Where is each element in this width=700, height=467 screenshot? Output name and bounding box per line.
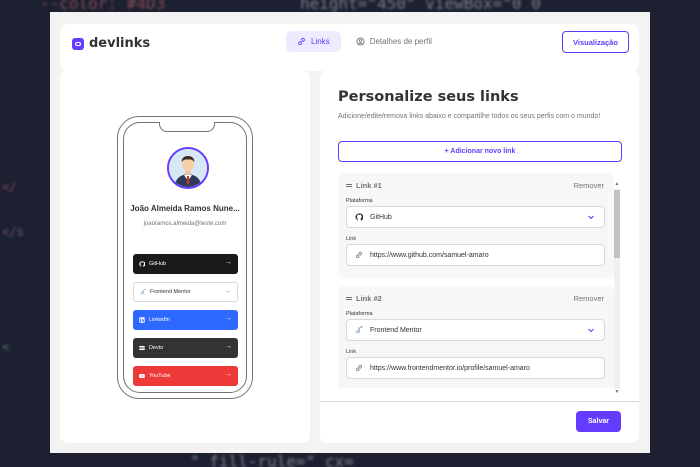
phone-notch	[159, 122, 215, 132]
user-circle-icon	[356, 37, 365, 46]
link-label: Link	[346, 349, 357, 355]
arrow-right-icon: →	[225, 343, 232, 350]
platform-label: Plataforma	[346, 198, 373, 204]
preview-button[interactable]: Visualização	[562, 31, 629, 53]
scroll-down-icon[interactable]: ▼	[613, 389, 621, 396]
save-button[interactable]: Salvar	[576, 411, 621, 432]
github-icon	[139, 261, 145, 267]
chevron-down-icon	[588, 328, 594, 333]
arrow-right-icon: →	[225, 315, 232, 322]
platform-select[interactable]: GitHub	[346, 206, 605, 228]
link-list[interactable]: Link #1 Remover Plataforma GitHub Link h…	[338, 173, 614, 388]
preview-link-label: Devto	[149, 345, 164, 351]
avatar	[167, 147, 209, 189]
link-heading: Link #1	[346, 181, 382, 190]
github-icon	[355, 213, 363, 221]
platform-select-value: GitHub	[370, 213, 392, 221]
page-subtitle: Adicione/edite/remova links abaixo e com…	[338, 113, 601, 120]
preview-link-label: GitHub	[149, 261, 167, 267]
linkedin-icon	[139, 317, 145, 323]
link-heading-text: Link #1	[356, 181, 382, 190]
tab-links[interactable]: Links	[286, 31, 341, 52]
frontend-mentor-icon	[355, 326, 363, 334]
backdrop-code: " fill-rule=" cx=	[190, 452, 354, 467]
preview-link-devto[interactable]: DEV Devto →	[133, 338, 238, 358]
links-editor-panel: Personalize seus links Adicione/edite/re…	[320, 70, 639, 443]
preview-link-list: GitHub → Frontend Mentor → LinkedIn → DE…	[133, 254, 238, 386]
phone-screen: João Almeida Ramos Nune... joaoramos.alm…	[123, 122, 247, 393]
preview-link-label: YouTube	[149, 373, 171, 379]
profile-name: João Almeida Ramos Nune...	[130, 204, 240, 213]
platform-select[interactable]: Frontend Mentor	[346, 319, 605, 341]
link-icon	[356, 364, 362, 372]
arrow-right-icon: →	[225, 259, 232, 266]
person-avatar-icon	[169, 149, 207, 187]
link-url-value: https://www.frontendmentor.io/profile/sa…	[370, 364, 530, 372]
backdrop-code: <	[2, 340, 10, 354]
scroll-up-icon[interactable]: ▲	[613, 181, 621, 188]
svg-text:DEV: DEV	[139, 347, 145, 350]
youtube-icon	[139, 374, 145, 378]
logo-text: devlinks	[89, 36, 151, 51]
chevron-down-icon	[588, 215, 594, 220]
devlinks-app: devlinks Links Detalhes de perfil Visual…	[50, 12, 650, 453]
main-nav: Links Detalhes de perfil	[286, 31, 443, 52]
phone-mockup: João Almeida Ramos Nune... joaoramos.alm…	[117, 116, 253, 399]
phone-preview-panel: João Almeida Ramos Nune... joaoramos.alm…	[60, 70, 310, 443]
link-card: Link #1 Remover Plataforma GitHub Link h…	[338, 173, 614, 278]
preview-link-label: LinkedIn	[149, 317, 170, 323]
preview-link-linkedin[interactable]: LinkedIn →	[133, 310, 238, 330]
tab-profile-label: Detalhes de perfil	[369, 37, 432, 46]
preview-link-frontend-mentor[interactable]: Frontend Mentor →	[133, 282, 238, 302]
devto-icon: DEV	[139, 346, 145, 350]
add-new-link-button[interactable]: + Adicionar novo link	[338, 141, 622, 162]
arrow-right-icon: →	[224, 288, 231, 295]
tab-profile-details[interactable]: Detalhes de perfil	[345, 31, 443, 52]
drag-handle-icon[interactable]	[346, 297, 352, 300]
preview-link-github[interactable]: GitHub →	[133, 254, 238, 274]
tab-links-label: Links	[311, 37, 330, 46]
preview-link-label: Frontend Mentor	[150, 289, 191, 295]
platform-select-value: Frontend Mentor	[370, 326, 422, 334]
link-url-value: https://www.github.com/samuel-amaro	[370, 251, 489, 259]
link-url-input[interactable]: https://www.frontendmentor.io/profile/sa…	[346, 357, 605, 379]
top-header: devlinks Links Detalhes de perfil Visual…	[60, 24, 639, 71]
logo[interactable]: devlinks	[72, 36, 150, 51]
link-logo-icon	[72, 37, 84, 50]
frontend-mentor-icon	[140, 289, 146, 295]
link-icon	[298, 37, 305, 46]
link-icon	[356, 251, 362, 259]
link-heading-text: Link #2	[356, 294, 382, 303]
backdrop-code: </s	[2, 225, 24, 239]
link-card: Link #2 Remover Plataforma Frontend Ment…	[338, 286, 614, 388]
scrollbar-thumb[interactable]	[614, 190, 620, 258]
link-url-input[interactable]: https://www.github.com/samuel-amaro	[346, 244, 605, 266]
link-heading: Link #2	[346, 294, 382, 303]
preview-link-youtube[interactable]: YouTube →	[133, 366, 238, 386]
platform-label: Plataforma	[346, 311, 373, 317]
backdrop-code: </	[2, 180, 17, 194]
link-list-scrollbar[interactable]: ▲ ▼	[613, 181, 621, 396]
profile-email: joaoramos.almeida@teste.com	[143, 221, 227, 227]
remove-link-button[interactable]: Remover	[574, 181, 604, 190]
arrow-right-icon: →	[225, 371, 232, 378]
remove-link-button[interactable]: Remover	[574, 294, 604, 303]
drag-handle-icon[interactable]	[346, 184, 352, 187]
link-label: Link	[346, 236, 357, 242]
page-title: Personalize seus links	[338, 89, 519, 105]
footer-divider	[320, 401, 639, 402]
